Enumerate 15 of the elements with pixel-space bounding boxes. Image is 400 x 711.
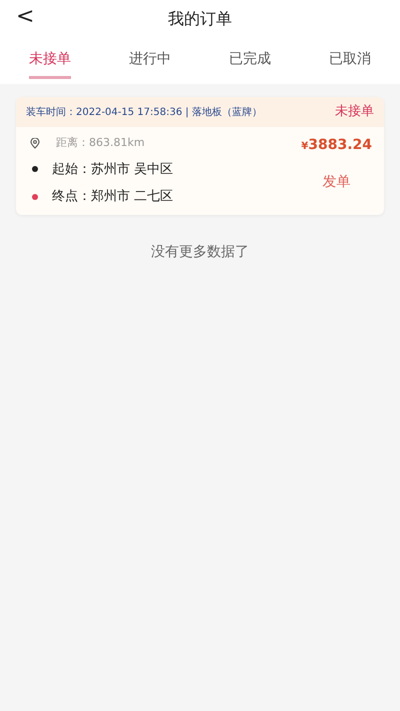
end-of-list-text: 没有更多数据了	[151, 244, 249, 260]
tab[interactable]: 进行中	[129, 43, 171, 79]
page-title: 我的订单	[168, 8, 232, 30]
tab[interactable]: 已取消	[329, 43, 371, 79]
tab[interactable]: 已完成	[229, 43, 271, 79]
price-text: ¥3883.24	[301, 136, 372, 155]
distance-text: 距离：863.81km	[56, 135, 145, 151]
order-status: 未接单	[335, 103, 374, 122]
back-button[interactable]: <	[8, 6, 42, 28]
load-info: 装车时间：2022-04-15 17:58:36 | 落地板（蓝牌）	[26, 106, 262, 120]
tab[interactable]: 未接单	[29, 43, 71, 79]
route-stop: 终点：郑州市 二七区	[52, 188, 174, 206]
route-stop: 起始：苏州市 吴中区	[52, 160, 174, 178]
location-pin-icon	[30, 138, 40, 149]
order-card[interactable]: 装车时间：2022-04-15 17:58:36 | 落地板（蓝牌） 未接单 距离：863.81km 起始：苏州市 吴中区 终点：郑州市 二七区 ¥3883.24 发单	[16, 97, 384, 214]
